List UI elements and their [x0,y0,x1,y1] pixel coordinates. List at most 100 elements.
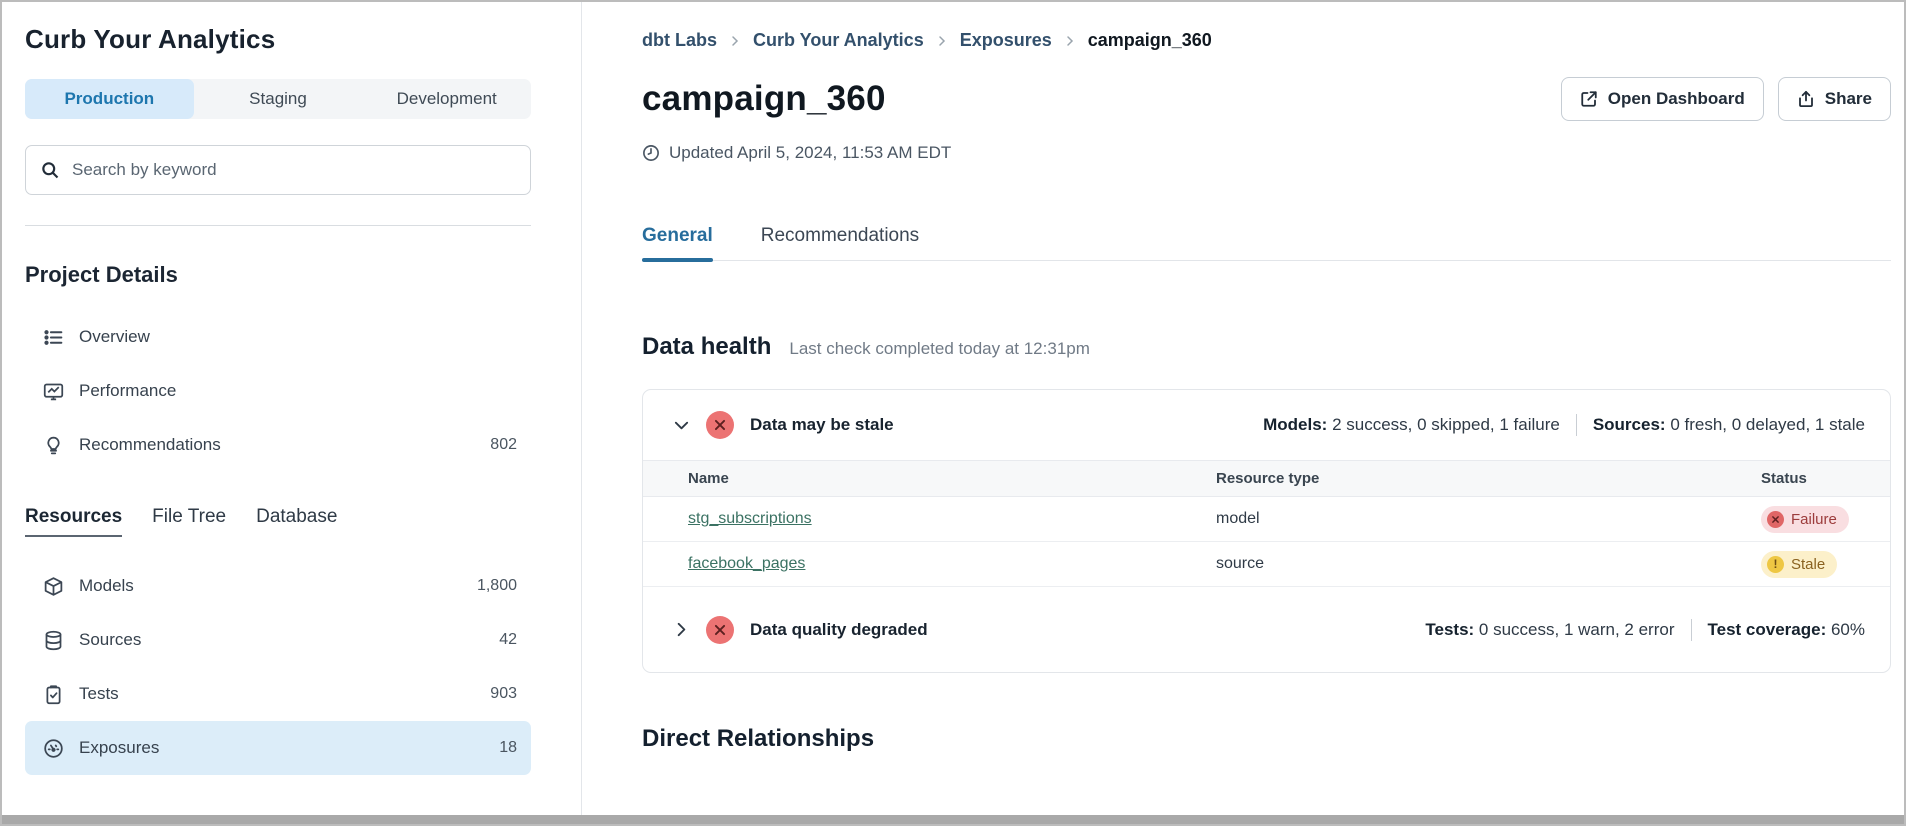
sidebar-item-label: Sources [79,630,141,650]
table-row: facebook_pages source ! Stale [643,542,1890,587]
tests-stat-label: Tests: [1425,620,1474,640]
open-dashboard-button[interactable]: Open Dashboard [1561,77,1764,121]
sidebar-item-label: Tests [79,684,119,704]
sidebar-item-models[interactable]: Models 1,800 [25,559,531,613]
error-status-icon [706,616,734,644]
chevron-right-icon[interactable] [673,621,690,638]
stale-group-stats: Models: 2 success, 0 skipped, 1 failure … [1263,414,1865,436]
tests-stat-value: 0 success, 1 warn, 2 error [1479,620,1675,640]
search-icon [40,160,60,180]
sidebar-divider [25,225,531,226]
column-header-status: Status [1761,470,1890,487]
horizontal-scrollbar[interactable] [2,815,1904,824]
breadcrumb-current: campaign_360 [1088,30,1212,51]
models-stat-value: 2 success, 0 skipped, 1 failure [1332,415,1560,435]
resource-type-cell: source [1216,555,1761,573]
project-details-nav: Overview Performance Recommendations 802 [25,310,531,472]
last-check-text: Last check completed today at 12:31pm [789,339,1090,359]
resource-type-cell: model [1216,510,1761,528]
sidebar-item-label: Models [79,576,134,596]
sidebar-item-overview[interactable]: Overview [25,310,531,364]
sidebar-item-exposures[interactable]: Exposures 18 [25,721,531,775]
tab-resources[interactable]: Resources [25,506,122,537]
resource-link-facebook-pages[interactable]: facebook_pages [688,555,805,572]
chevron-right-icon [1064,35,1076,47]
detail-tabs: General Recommendations [642,225,1891,261]
app-window: { "sidebar": { "project_name": "Curb You… [0,0,1906,826]
breadcrumb: dbt Labs Curb Your Analytics Exposures c… [642,30,1891,51]
sidebar-item-tests[interactable]: Tests 903 [25,667,531,721]
sidebar-item-label: Performance [79,381,176,401]
data-health-title: Data health [642,333,771,361]
share-button[interactable]: Share [1778,77,1891,121]
stale-group-label: Data may be stale [750,415,894,435]
env-tab-development[interactable]: Development [362,79,531,119]
quality-group-row[interactable]: Data quality degraded Tests: 0 success, … [643,587,1890,672]
resource-view-tabs: Resources File Tree Database [25,506,531,537]
updated-text: Updated April 5, 2024, 11:53 AM EDT [669,143,951,163]
chevron-right-icon [729,35,741,47]
status-badge-failure: Failure [1761,506,1849,533]
header-actions: Open Dashboard Share [1561,77,1891,121]
page-header: campaign_360 Open Dashboard Share [642,77,1891,121]
search-input[interactable] [72,160,516,180]
tab-general[interactable]: General [642,225,713,260]
breadcrumb-dbt-labs[interactable]: dbt Labs [642,30,717,51]
database-icon [43,630,64,651]
sidebar: Curb Your Analytics Production Staging D… [2,2,582,824]
sidebar-item-performance[interactable]: Performance [25,364,531,418]
clock-icon [642,144,660,162]
project-title: Curb Your Analytics [25,24,531,55]
env-tab-production[interactable]: Production [25,79,194,119]
resource-link-stg-subscriptions[interactable]: stg_subscriptions [688,510,812,527]
tab-database[interactable]: Database [256,506,337,535]
sidebar-item-sources[interactable]: Sources 42 [25,613,531,667]
tab-file-tree[interactable]: File Tree [152,506,226,535]
status-badge-label: Failure [1791,511,1837,528]
models-count: 1,800 [477,577,517,595]
chevron-right-icon [936,35,948,47]
tests-count: 903 [490,685,517,703]
updated-timestamp: Updated April 5, 2024, 11:53 AM EDT [642,143,1891,163]
x-circle-icon [1767,511,1784,528]
health-table-header: Name Resource type Status [643,460,1890,497]
coverage-stat-value: 60% [1831,620,1865,640]
quality-group-stats: Tests: 0 success, 1 warn, 2 error Test c… [1425,619,1865,641]
lightbulb-icon [43,435,64,456]
sources-stat-value: 0 fresh, 0 delayed, 1 stale [1670,415,1865,435]
stale-group-row[interactable]: Data may be stale Models: 2 success, 0 s… [643,390,1890,460]
env-tab-staging[interactable]: Staging [194,79,363,119]
direct-relationships-title: Direct Relationships [642,725,1891,753]
exclamation-circle-icon: ! [1767,556,1784,573]
status-badge-stale: ! Stale [1761,551,1837,578]
tab-recommendations[interactable]: Recommendations [761,225,919,260]
status-badge-label: Stale [1791,556,1825,573]
external-link-icon [1580,90,1598,108]
stat-separator [1576,414,1577,436]
column-header-resource-type: Resource type [1216,470,1761,487]
breadcrumb-exposures[interactable]: Exposures [960,30,1052,51]
breadcrumb-project[interactable]: Curb Your Analytics [753,30,924,51]
chevron-down-icon[interactable] [673,417,690,434]
main-content: dbt Labs Curb Your Analytics Exposures c… [582,2,1904,824]
error-status-icon [706,411,734,439]
sidebar-item-recommendations[interactable]: Recommendations 802 [25,418,531,472]
coverage-stat-label: Test coverage: [1708,620,1827,640]
recommendations-count: 802 [490,436,517,454]
search-box[interactable] [25,145,531,195]
project-details-heading: Project Details [25,262,531,288]
data-health-header: Data health Last check completed today a… [642,333,1891,361]
data-health-card: Data may be stale Models: 2 success, 0 s… [642,389,1891,673]
resources-nav: Models 1,800 Sources 42 Tests 903 Exposu… [25,559,531,775]
column-header-name: Name [643,470,1216,487]
quality-group-label: Data quality degraded [750,620,928,640]
sidebar-item-label: Exposures [79,738,159,758]
share-label: Share [1825,89,1872,109]
share-icon [1797,90,1815,108]
page-title: campaign_360 [642,79,886,119]
stat-separator [1691,619,1692,641]
clipboard-check-icon [43,684,64,705]
monitor-chart-icon [43,381,64,402]
sources-stat-label: Sources: [1593,415,1666,435]
exposures-count: 18 [499,739,517,757]
